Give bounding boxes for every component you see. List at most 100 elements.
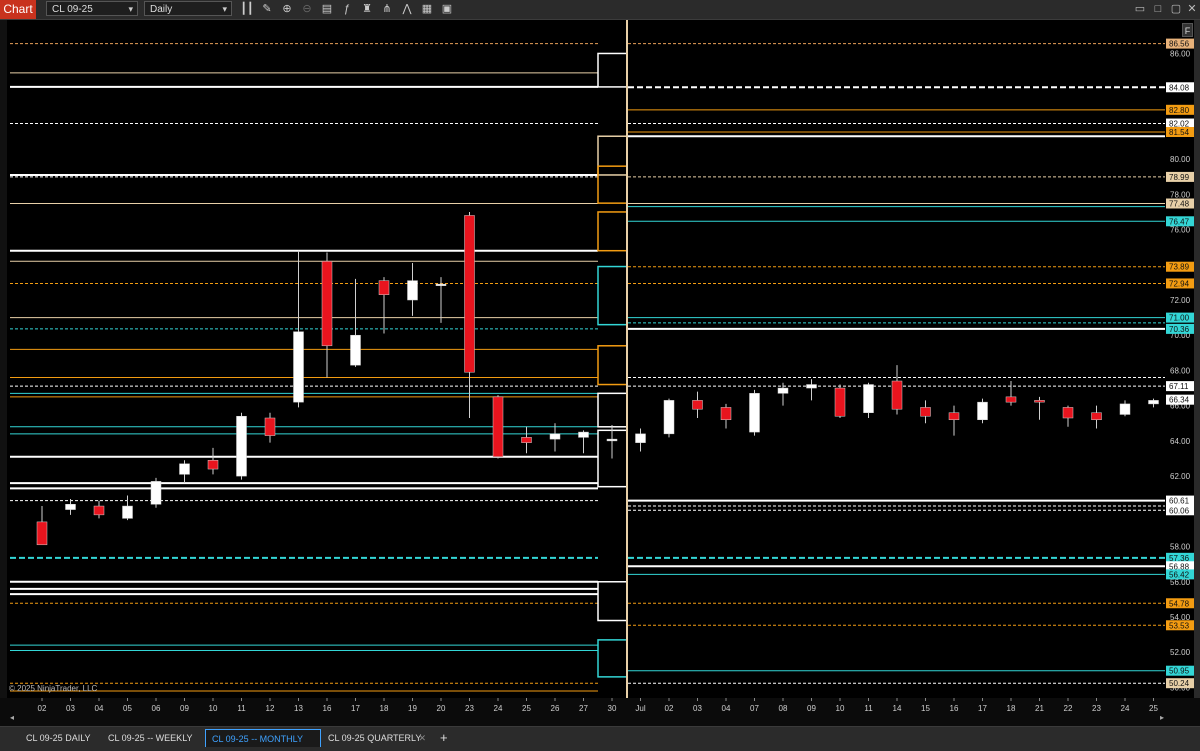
tab-label: CL 09-25 -- WEEKLY [108, 733, 193, 743]
candle-body [1119, 403, 1131, 415]
candle-body [977, 401, 988, 421]
price-marker-label: 60.61 [1169, 497, 1190, 506]
tab-daily[interactable]: CL 09-25 DAILY [20, 729, 102, 747]
price-marker-label: 54.78 [1169, 599, 1190, 608]
price-marker-label: 82.80 [1169, 106, 1190, 115]
time-tick-label: 16 [950, 704, 959, 713]
price-chart[interactable]: 86.0084.0082.0080.0078.0076.0074.0072.00… [0, 0, 1200, 750]
close-tab-icon[interactable]: ✕ [418, 729, 426, 747]
price-marker-label: 81.54 [1169, 128, 1190, 137]
time-tick-label: 13 [294, 704, 303, 713]
candle-body [521, 437, 532, 443]
tab-label: CL 09-25 DAILY [26, 733, 91, 743]
add-tab-icon[interactable]: + [440, 731, 448, 745]
time-tick-label: 05 [123, 704, 132, 713]
candle-body [492, 396, 504, 457]
time-tick-label: 11 [864, 704, 873, 713]
time-tick-label: 17 [978, 704, 987, 713]
time-tick-label: 30 [608, 704, 617, 713]
candle-body [350, 334, 361, 366]
time-tick-label: 08 [779, 704, 788, 713]
candle-body [578, 431, 589, 438]
candle-body [236, 415, 247, 477]
time-tick-label: 16 [323, 704, 332, 713]
candle-body [293, 331, 304, 403]
candle-body [1062, 407, 1074, 419]
time-tick-label: 04 [722, 704, 731, 713]
time-tick-label: 23 [1092, 704, 1101, 713]
tab-quarterly[interactable]: CL 09-25 QUARTERLY ✕ [322, 729, 432, 747]
price-tick-label: 80.00 [1170, 155, 1191, 164]
time-tick-label: 20 [437, 704, 446, 713]
time-tick-label: 19 [408, 704, 417, 713]
candle-body [920, 407, 931, 417]
candle-body [65, 504, 76, 510]
time-tick-label: 24 [1121, 704, 1130, 713]
price-tick-label: 78.00 [1170, 190, 1191, 199]
chart-tab-bar: CL 09-25 DAILY CL 09-25 -- WEEKLY CL 09-… [0, 726, 1200, 751]
time-tick-label: 23 [465, 704, 474, 713]
candle-body [93, 505, 105, 516]
price-tick-label: 86.00 [1170, 49, 1191, 58]
price-tick-label: 52.00 [1170, 648, 1191, 657]
time-tick-label: 22 [1064, 704, 1073, 713]
candle-body [863, 384, 874, 413]
scroll-right-arrow: ▸ [1160, 713, 1164, 722]
candle-body [1091, 412, 1102, 421]
time-tick-label: 09 [180, 704, 189, 713]
time-tick-label: 10 [209, 704, 218, 713]
time-tick-label: 03 [693, 704, 702, 713]
time-tick-label: 11 [237, 704, 246, 713]
price-marker-label: 71.00 [1169, 314, 1190, 323]
price-marker-label: 77.48 [1169, 200, 1190, 209]
price-marker-label: 78.99 [1169, 173, 1190, 182]
candle-body [663, 400, 675, 435]
candle-body [834, 387, 846, 417]
price-marker-label: 86.56 [1169, 40, 1190, 49]
time-tick-label: 02 [665, 704, 674, 713]
candle-body [1034, 400, 1045, 403]
price-marker-label: 60.06 [1169, 506, 1190, 515]
price-tick-label: 68.00 [1170, 366, 1191, 375]
price-marker-label: 66.34 [1169, 396, 1190, 405]
price-tick-label: 64.00 [1170, 437, 1191, 446]
time-tick-label: 18 [380, 704, 389, 713]
tab-monthly[interactable]: CL 09-25 -- MONTHLY [205, 729, 321, 747]
tab-label: CL 09-25 QUARTERLY [328, 733, 422, 743]
price-marker-label: 50.24 [1169, 679, 1190, 688]
price-marker-label: 50.95 [1169, 667, 1190, 676]
price-marker-label: 72.94 [1169, 279, 1190, 288]
candle-body [464, 215, 475, 373]
price-marker-label: 84.08 [1169, 83, 1190, 92]
time-tick-label: 26 [551, 704, 560, 713]
time-tick-label: 07 [750, 704, 759, 713]
candle-body [435, 283, 447, 286]
candle-body [122, 505, 133, 519]
copyright-notice: © 2025 NinjaTrader, LLC [9, 684, 98, 693]
candle-body [1005, 396, 1017, 403]
candle-body [378, 280, 390, 295]
price-marker-label: 70.36 [1169, 325, 1190, 334]
time-tick-label: 17 [351, 704, 360, 713]
candle-body [321, 261, 333, 347]
time-tick-label: Jul [635, 704, 645, 713]
panel-badge[interactable]: F [1182, 23, 1193, 37]
scroll-left-arrow: ◂ [10, 713, 14, 722]
candle-body [549, 433, 561, 440]
price-marker-label: 76.47 [1169, 217, 1190, 226]
price-marker-label: 73.89 [1169, 263, 1190, 272]
tab-weekly[interactable]: CL 09-25 -- WEEKLY [102, 729, 204, 747]
time-tick-label: 24 [494, 704, 503, 713]
price-marker-label: 67.11 [1169, 382, 1189, 391]
price-tick-label: 62.00 [1170, 472, 1191, 481]
price-marker-label: 56.42 [1169, 570, 1190, 579]
time-tick-label: 21 [1035, 704, 1044, 713]
time-tick-label: 25 [522, 704, 531, 713]
candle-body [692, 400, 703, 410]
time-tick-label: 03 [66, 704, 75, 713]
candle-body [891, 380, 903, 410]
candle-body [264, 417, 276, 436]
candle-body [36, 521, 48, 546]
time-tick-label: 02 [38, 704, 47, 713]
time-tick-label: 14 [893, 704, 902, 713]
